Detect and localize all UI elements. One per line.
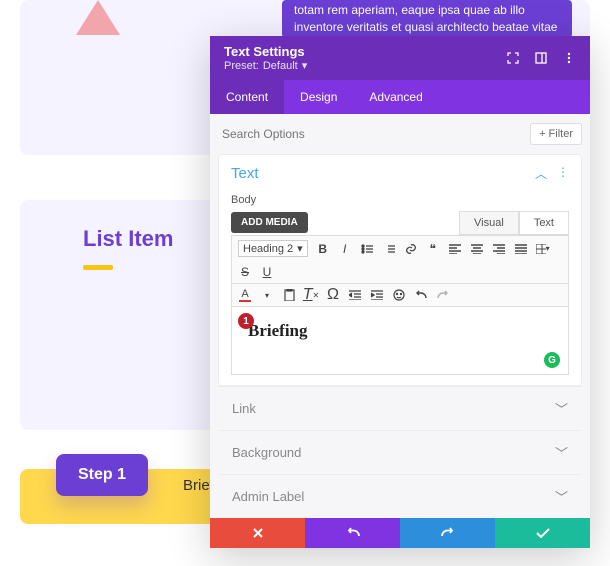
align-left-icon[interactable] xyxy=(448,242,462,256)
accent-bar xyxy=(83,265,113,270)
ul-icon[interactable] xyxy=(360,242,374,256)
redo-icon[interactable] xyxy=(436,288,450,302)
admin-label-section[interactable]: Admin Label ﹀ xyxy=(218,474,582,518)
justify-icon[interactable] xyxy=(514,242,528,256)
editor-tab-text[interactable]: Text xyxy=(519,211,569,235)
chevron-down-icon: ﹀ xyxy=(555,399,568,418)
expand-icon[interactable] xyxy=(506,51,520,65)
clear-format-icon[interactable]: T✕ xyxy=(304,288,318,302)
align-center-icon[interactable] xyxy=(470,242,484,256)
special-char-icon[interactable]: Ω xyxy=(326,288,340,302)
chevron-down-icon: ▾ xyxy=(297,242,303,255)
modal-tabs: Content Design Advanced xyxy=(210,80,590,114)
cancel-button[interactable] xyxy=(210,518,305,548)
filter-label: Filter xyxy=(549,128,573,140)
body-label: Body xyxy=(231,194,569,206)
heading-select[interactable]: Heading 2▾ xyxy=(238,240,308,257)
plus-icon: + xyxy=(539,128,545,140)
editor-canvas[interactable]: 1 Briefing G xyxy=(231,307,569,375)
undo-icon[interactable] xyxy=(414,288,428,302)
chevron-down-icon: ▾ xyxy=(302,59,308,72)
italic-icon[interactable]: I xyxy=(338,242,352,256)
editor-content[interactable]: Briefing xyxy=(248,321,556,341)
quote-icon[interactable]: ❝ xyxy=(426,242,440,256)
more-icon[interactable] xyxy=(562,51,576,65)
lorem-box: totam rem aperiam, eaque ipsa quae ab il… xyxy=(282,0,572,38)
paste-icon[interactable] xyxy=(282,288,296,302)
panel-icon[interactable] xyxy=(534,51,548,65)
text-section-title[interactable]: Text xyxy=(231,165,259,182)
indent-icon[interactable] xyxy=(370,288,384,302)
bold-icon[interactable]: B xyxy=(316,242,330,256)
link-section[interactable]: Link ﹀ xyxy=(218,386,582,430)
outdent-icon[interactable] xyxy=(348,288,362,302)
redo-button[interactable] xyxy=(400,518,495,548)
confirm-button[interactable] xyxy=(495,518,590,548)
triangle-shape xyxy=(76,0,120,35)
collapse-up-icon[interactable]: ︿ xyxy=(535,165,547,182)
chevron-down-icon: ﹀ xyxy=(555,443,568,462)
text-color-icon[interactable]: A xyxy=(238,288,252,302)
modal-header: Text Settings Preset: Default ▾ xyxy=(210,36,590,80)
background-section[interactable]: Background ﹀ xyxy=(218,430,582,474)
color-chevron-icon[interactable]: ▾ xyxy=(260,288,274,302)
align-right-icon[interactable] xyxy=(492,242,506,256)
text-section: Text ︿ ⋮ Body ADD MEDIA Visual Text Head… xyxy=(218,154,582,386)
modal-title: Text Settings xyxy=(224,44,307,59)
search-input[interactable] xyxy=(218,122,524,146)
preset-value: Default xyxy=(263,60,298,72)
preset-label: Preset: xyxy=(224,60,259,72)
ol-icon[interactable] xyxy=(382,242,396,256)
editor-toolbar-row1: Heading 2▾ B I ❝ ▾ S U xyxy=(231,235,569,284)
text-settings-modal: Text Settings Preset: Default ▾ Content … xyxy=(210,36,590,548)
background-section-label: Background xyxy=(232,445,301,460)
tab-design[interactable]: Design xyxy=(284,80,353,114)
admin-section-label: Admin Label xyxy=(232,489,304,504)
undo-button[interactable] xyxy=(305,518,400,548)
tab-content[interactable]: Content xyxy=(210,80,284,114)
underline-icon[interactable]: U xyxy=(260,265,274,279)
step-pill[interactable]: Step 1 xyxy=(56,454,148,496)
strike-icon[interactable]: S xyxy=(238,265,252,279)
list-item-heading: List Item xyxy=(83,226,173,252)
table-icon[interactable]: ▾ xyxy=(536,242,550,256)
editor-toolbar-row2: A ▾ T✕ Ω xyxy=(231,284,569,307)
preset-selector[interactable]: Preset: Default ▾ xyxy=(224,59,307,72)
add-media-button[interactable]: ADD MEDIA xyxy=(231,212,308,233)
tab-advanced[interactable]: Advanced xyxy=(353,80,438,114)
emoji-icon[interactable] xyxy=(392,288,406,302)
editor-tab-visual[interactable]: Visual xyxy=(459,211,519,235)
annotation-badge: 1 xyxy=(238,313,254,329)
modal-footer xyxy=(210,518,590,548)
link-icon[interactable] xyxy=(404,242,418,256)
link-section-label: Link xyxy=(232,401,256,416)
section-more-icon[interactable]: ⋮ xyxy=(557,165,569,182)
filter-button[interactable]: + Filter xyxy=(530,123,582,145)
grammarly-icon[interactable]: G xyxy=(544,352,560,368)
chevron-down-icon: ﹀ xyxy=(555,487,568,506)
modal-body: + Filter Text ︿ ⋮ Body ADD MEDIA Visual … xyxy=(210,114,590,518)
